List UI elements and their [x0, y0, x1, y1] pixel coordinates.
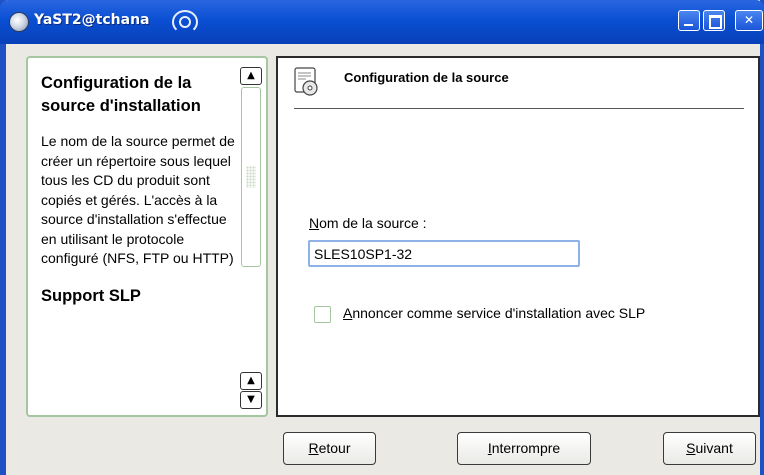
scrollbar-thumb[interactable] — [241, 87, 261, 267]
slp-label-mnemonic: A — [343, 305, 353, 321]
source-name-label-text: om de la source : — [319, 215, 427, 231]
help-scrollbar[interactable]: ▲ ▲ ▼ — [240, 67, 262, 410]
yast-window: YaST2@tchana ✕ Configuration de la sourc… — [0, 0, 764, 475]
help-content: Configuration de la source d'installatio… — [41, 72, 241, 308]
source-name-input[interactable] — [308, 240, 580, 267]
help-paragraph: Le nom de la source permet de créer un r… — [41, 133, 235, 266]
slp-checkbox-label[interactable]: Annoncer comme service d'installation av… — [343, 305, 645, 321]
title-bar[interactable]: YaST2@tchana ✕ — [0, 0, 764, 44]
help-heading: Configuration de la source d'installatio… — [41, 74, 201, 115]
scrollbar-grip — [246, 166, 256, 188]
title-separator — [294, 108, 744, 109]
back-button[interactable]: Retour — [283, 432, 376, 465]
window-title: YaST2@tchana — [34, 12, 150, 28]
scroll-down-button[interactable]: ▼ — [240, 391, 262, 409]
minimize-button[interactable] — [678, 10, 700, 31]
close-button[interactable]: ✕ — [735, 10, 763, 31]
scroll-up-button[interactable]: ▲ — [240, 67, 262, 85]
source-name-label: Nom de la source : — [309, 215, 427, 231]
slp-checkbox[interactable] — [314, 306, 331, 323]
abort-button[interactable]: Interrompre — [457, 432, 591, 465]
maximize-button[interactable] — [703, 10, 725, 31]
abort-label: nterrompre — [491, 440, 561, 456]
slp-label-text: nnoncer comme service d'installation ave… — [352, 305, 646, 321]
help-panel: Configuration de la source d'installatio… — [26, 56, 268, 417]
back-label: etour — [318, 440, 351, 456]
next-button[interactable]: Suivant — [663, 432, 756, 465]
next-label: uivant — [695, 440, 733, 456]
scroll-up-button-lower[interactable]: ▲ — [240, 372, 262, 390]
swirl-icon — [172, 10, 198, 34]
help-heading-slp: Support SLP — [41, 286, 141, 305]
source-config-icon — [294, 67, 318, 96]
yast-icon — [9, 12, 29, 32]
source-name-label-mnemonic: N — [309, 215, 320, 231]
main-title: Configuration de la source — [344, 70, 509, 85]
back-mnemonic: R — [308, 440, 319, 456]
main-panel: Configuration de la source Nom de la sou… — [276, 56, 760, 417]
